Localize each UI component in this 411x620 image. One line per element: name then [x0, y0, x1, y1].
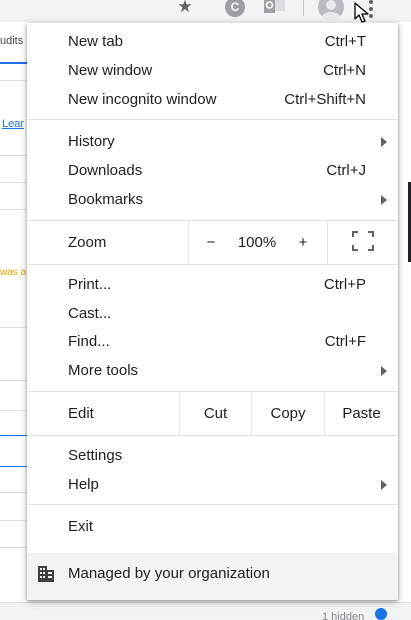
- fullscreen-icon[interactable]: [352, 231, 374, 251]
- menu-item-new-tab[interactable]: New tab Ctrl+T: [27, 27, 398, 56]
- background-warning-text: was a: [0, 267, 27, 278]
- browser-toolbar: ★ C: [0, 0, 411, 22]
- menu-item-label: New window: [68, 62, 153, 79]
- menu-separator: [27, 264, 398, 265]
- background-selected-row[interactable]: [0, 435, 28, 467]
- submenu-arrow-icon: [381, 480, 387, 490]
- toolbar-divider: [303, 0, 304, 16]
- menu-item-label: New incognito window: [68, 91, 217, 108]
- edit-label: Edit: [68, 405, 94, 422]
- browser-window: ★ C udits Lear was a 1 hidden New tab Ct…: [0, 0, 411, 620]
- background-divider: [0, 380, 28, 381]
- copy-button[interactable]: Copy: [252, 392, 324, 435]
- menu-item-label: Exit: [68, 518, 94, 535]
- menu-item-help[interactable]: Help: [27, 470, 398, 499]
- background-page: udits Lear was a: [0, 22, 28, 602]
- menu-item-label: Bookmarks: [68, 191, 144, 208]
- cut-button[interactable]: Cut: [180, 392, 251, 435]
- background-divider: [0, 327, 28, 328]
- background-divider: [0, 182, 28, 183]
- menu-item-label: Help: [68, 476, 99, 493]
- menu-separator: [27, 119, 398, 120]
- menu-item-new-window[interactable]: New window Ctrl+N: [27, 56, 398, 85]
- menu-item-label: Downloads: [68, 162, 143, 179]
- menu-item-label: New tab: [68, 33, 124, 50]
- background-divider: [0, 155, 28, 156]
- menu-item-label: Settings: [68, 447, 123, 464]
- menu-item-label: Print...: [68, 276, 112, 293]
- background-right-edge: [399, 22, 411, 602]
- avatar-icon[interactable]: [318, 0, 344, 20]
- menu-item-label: Cast...: [68, 305, 112, 322]
- menu-item-label: History: [68, 133, 115, 150]
- menu-item-cast[interactable]: Cast...: [27, 299, 398, 328]
- chrome-main-menu: New tab Ctrl+T New window Ctrl+N New inc…: [27, 23, 398, 600]
- background-divider: [0, 492, 28, 493]
- menu-item-shortcut: Ctrl+Shift+N: [284, 91, 366, 108]
- menu-item-history[interactable]: History: [27, 127, 398, 156]
- background-divider: [0, 410, 28, 411]
- paste-button[interactable]: Paste: [325, 392, 398, 435]
- zoom-level: 100%: [237, 234, 277, 251]
- menu-row-edit: Edit Cut Copy Paste: [27, 392, 398, 435]
- background-link[interactable]: Lear: [2, 118, 24, 130]
- menu-item-shortcut: Ctrl+J: [326, 162, 366, 179]
- background-divider: [0, 547, 28, 548]
- menu-item-downloads[interactable]: Downloads Ctrl+J: [27, 156, 398, 185]
- menu-separator: [27, 435, 398, 436]
- menu-item-bookmarks[interactable]: Bookmarks: [27, 185, 398, 214]
- menu-item-shortcut: Ctrl+T: [324, 33, 366, 50]
- menu-vertical-separator: [327, 221, 328, 264]
- managed-by-organization[interactable]: Managed by your organization: [27, 553, 398, 600]
- background-tab[interactable]: udits: [0, 32, 28, 64]
- managed-label: Managed by your organization: [68, 565, 270, 582]
- menu-item-new-incognito-window[interactable]: New incognito window Ctrl+Shift+N: [27, 85, 398, 114]
- menu-item-find[interactable]: Find... Ctrl+F: [27, 327, 398, 356]
- building-icon: [37, 565, 55, 583]
- status-text: 1 hidden: [322, 611, 365, 620]
- gear-icon[interactable]: [375, 608, 387, 620]
- menu-item-label: Find...: [68, 333, 110, 350]
- submenu-arrow-icon: [381, 366, 387, 376]
- menu-row-zoom: Zoom − 100% +: [27, 221, 398, 264]
- menu-vertical-separator: [188, 221, 189, 264]
- menu-item-settings[interactable]: Settings: [27, 441, 398, 470]
- menu-item-print[interactable]: Print... Ctrl+P: [27, 270, 398, 299]
- star-icon[interactable]: ★: [176, 0, 194, 18]
- menu-item-label: More tools: [68, 362, 139, 379]
- submenu-arrow-icon: [381, 195, 387, 205]
- status-bar: 1 hidden: [0, 602, 411, 620]
- extension-c-icon[interactable]: C: [225, 0, 245, 17]
- menu-separator: [27, 504, 398, 505]
- menu-item-exit[interactable]: Exit: [27, 512, 398, 541]
- zoom-out-button[interactable]: −: [199, 221, 223, 264]
- mouse-cursor-icon: [354, 2, 370, 24]
- background-divider: [0, 80, 28, 81]
- background-divider: [0, 520, 28, 521]
- menu-item-shortcut: Ctrl+P: [323, 276, 366, 293]
- zoom-in-button[interactable]: +: [291, 221, 315, 264]
- zoom-label: Zoom: [68, 234, 107, 251]
- menu-item-more-tools[interactable]: More tools: [27, 356, 398, 385]
- submenu-arrow-icon: [381, 137, 387, 147]
- menu-item-shortcut: Ctrl+N: [323, 62, 366, 79]
- background-divider: [0, 209, 28, 210]
- outlook-extension-icon[interactable]: [264, 0, 286, 15]
- menu-item-shortcut: Ctrl+F: [324, 333, 366, 350]
